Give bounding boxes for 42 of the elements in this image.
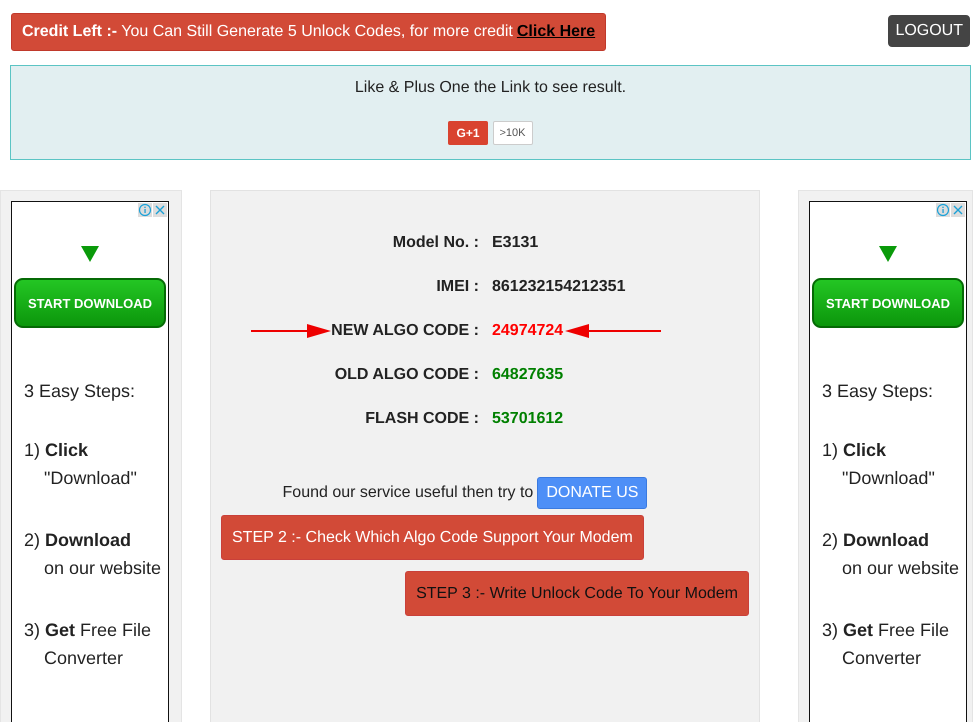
down-triangle-icon — [879, 246, 897, 262]
step-text: 2) Download — [24, 529, 132, 552]
field-label: IMEI : — [436, 278, 479, 296]
field-label: Model No. : — [392, 234, 479, 252]
like-message: Like & Plus One the Link to see result. — [354, 79, 626, 97]
step-button[interactable]: STEP 3 :- Write Unlock Code To Your Modem — [405, 571, 749, 616]
donate-button[interactable]: DONATE US — [537, 477, 648, 509]
close-icon[interactable] — [951, 203, 965, 217]
step-text: on our website — [43, 557, 162, 580]
steps-heading: 3 Easy Steps: — [24, 381, 136, 402]
step-button[interactable]: STEP 2 :- Check Which Algo Code Support Your Modem — [221, 515, 644, 560]
close-icon[interactable] — [153, 203, 167, 217]
down-triangle-icon — [81, 246, 99, 262]
start-download-button[interactable]: START DOWNLOAD — [14, 278, 166, 328]
step-text: 1) Click — [24, 439, 90, 462]
step-text: "Download" — [43, 467, 137, 490]
donate-message: Found our service useful then try to — [282, 484, 534, 502]
step-text: "Download" — [841, 467, 935, 490]
info-icon[interactable] — [138, 203, 152, 217]
step-text: Converter — [43, 647, 124, 670]
plus-one-button[interactable]: G+1 — [448, 121, 488, 145]
steps-heading: 3 Easy Steps: — [822, 381, 934, 402]
step-text: 1) Click — [822, 439, 888, 462]
field-label: OLD ALGO CODE : — [334, 366, 479, 384]
info-icon[interactable] — [936, 203, 950, 217]
field-value: 53701612 — [492, 410, 564, 428]
credit-message: Credit Left :- You Can Still Generate 5 Unlock Codes, for more credit — [22, 23, 513, 40]
step-text: Converter — [841, 647, 922, 670]
step-text: 2) Download — [822, 529, 930, 552]
step-text: 3) Get Free File — [822, 619, 950, 642]
field-label: FLASH CODE : — [365, 410, 479, 428]
logout-button[interactable]: LOGOUT — [888, 15, 970, 47]
step-text: on our website — [841, 557, 960, 580]
field-value: 861232154212351 — [492, 278, 626, 296]
field-value: 64827635 — [492, 366, 564, 384]
plus-one-count: >10K — [492, 121, 532, 145]
field-label: NEW ALGO CODE : — [331, 322, 479, 340]
click-here-link[interactable]: Click Here — [516, 23, 596, 40]
start-download-button[interactable]: START DOWNLOAD — [812, 278, 964, 328]
step-text: 3) Get Free File — [24, 619, 152, 642]
field-value: 24974724 — [492, 322, 564, 340]
field-value: E3131 — [492, 234, 538, 252]
